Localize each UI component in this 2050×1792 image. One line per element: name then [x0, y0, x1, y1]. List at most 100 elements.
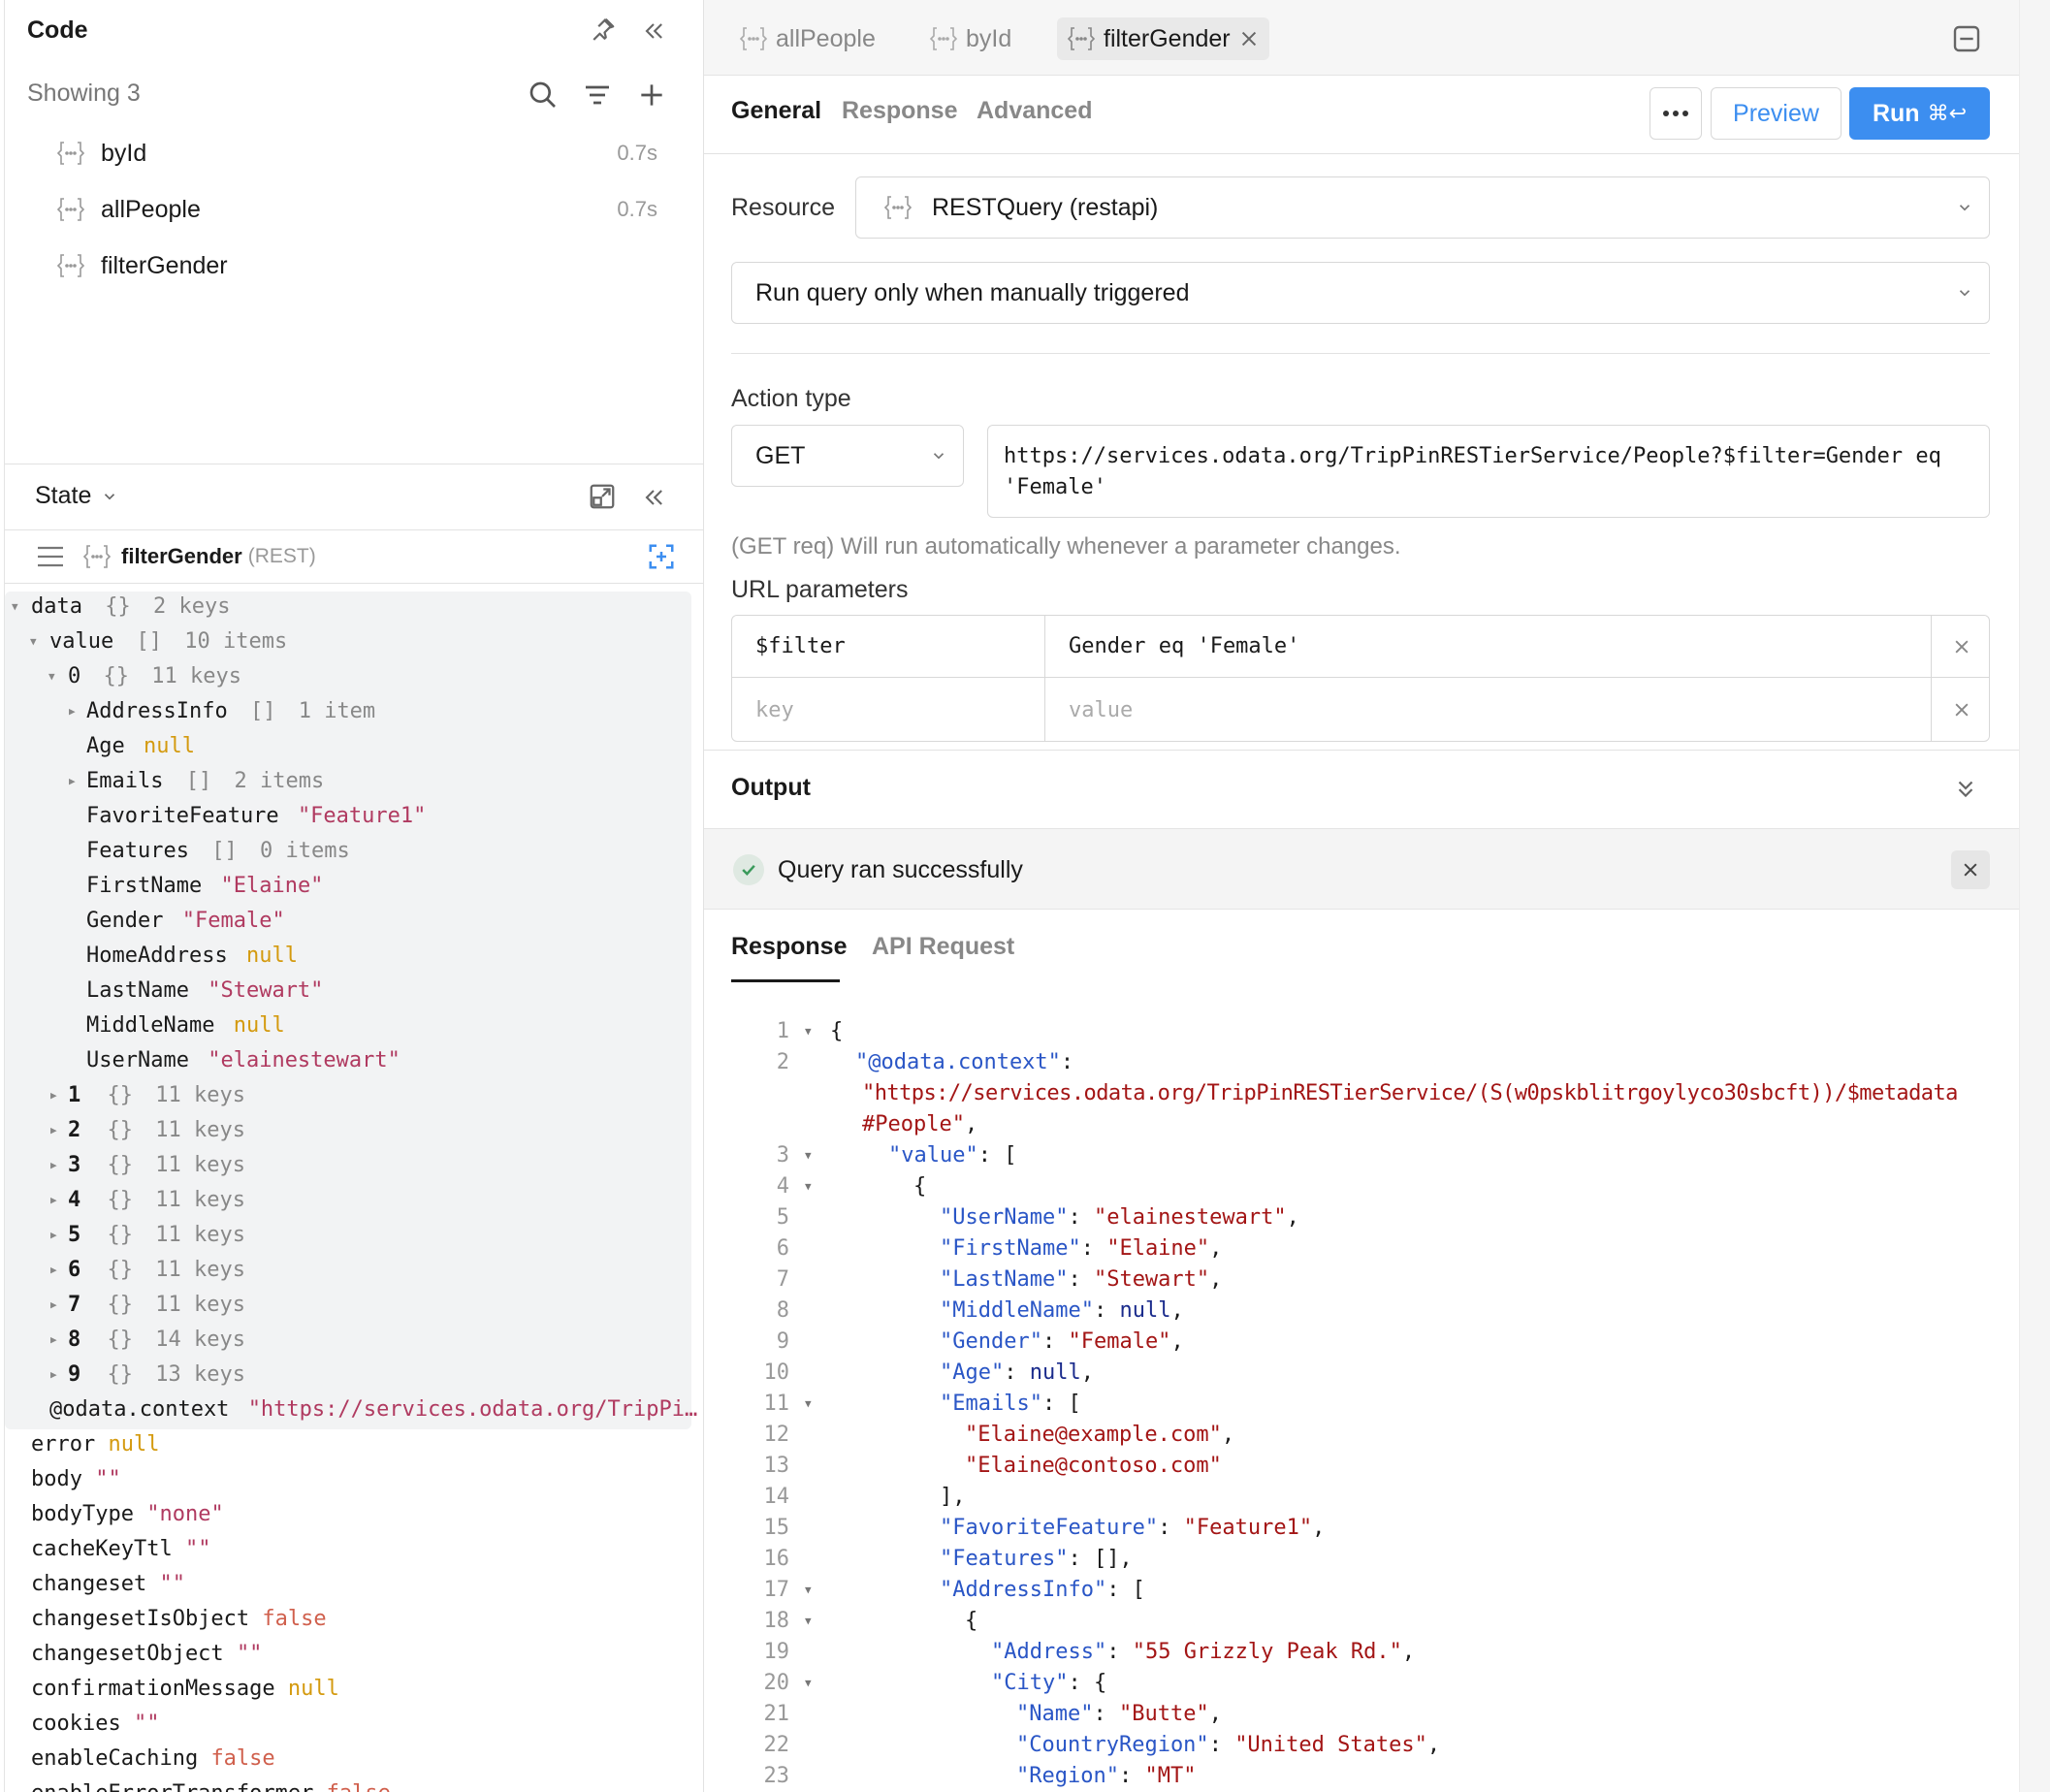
param-key-placeholder[interactable]: key	[732, 678, 1045, 741]
check-circle-icon	[733, 854, 764, 885]
state-dropdown[interactable]: State	[35, 482, 118, 510]
resource-select[interactable]: RESTQuery (restapi)	[855, 176, 1990, 239]
tree-row-data[interactable]: ▼ data {} 2 keys	[12, 590, 230, 624]
triangle-right-icon: ▶	[50, 1368, 57, 1381]
query-icon	[56, 140, 85, 167]
tree-row-emails[interactable]: ▶ Emails [] 2 items	[69, 764, 324, 799]
param-key-input[interactable]: $filter	[732, 616, 1045, 678]
tree-row-item-9[interactable]: ▶ 9 {} 13 keys	[50, 1358, 245, 1392]
add-query-icon[interactable]	[636, 80, 667, 111]
more-icon	[1662, 110, 1689, 117]
tree-row-item-4[interactable]: ▶ 4 {} 11 keys	[50, 1183, 245, 1218]
search-icon[interactable]	[528, 80, 559, 111]
tree-row-username[interactable]: UserName "elainestewart"	[86, 1043, 400, 1078]
output-header[interactable]: Output	[704, 751, 2019, 828]
close-tab-icon[interactable]	[1238, 28, 1260, 49]
pin-icon[interactable]	[588, 16, 617, 45]
param-value-input[interactable]: Gender eq 'Female'	[1045, 616, 1932, 678]
triangle-down-icon: ▼	[48, 670, 55, 683]
query-name: filterGender	[101, 251, 228, 279]
chevron-down-icon	[1956, 199, 1973, 216]
success-text: Query ran successfully	[778, 856, 1023, 883]
tree-row-item-7[interactable]: ▶ 7 {} 11 keys	[50, 1288, 245, 1323]
tree-row-odata-context[interactable]: @odata.context "https://services.odata.o…	[49, 1392, 697, 1427]
param-value-placeholder[interactable]: value	[1045, 678, 1932, 741]
subtab-general[interactable]: General	[731, 97, 821, 125]
prop-row[interactable]: cacheKeyTtl ""	[31, 1532, 210, 1567]
tab-label: allPeople	[776, 24, 876, 52]
tree-row-item-1[interactable]: ▶ 1 {} 11 keys	[50, 1078, 245, 1113]
popout-icon[interactable]	[588, 482, 617, 511]
triangle-right-icon: ▶	[50, 1298, 57, 1311]
prop-row[interactable]: error null	[31, 1427, 159, 1462]
close-banner-icon[interactable]	[1951, 850, 1990, 889]
query-item-byid[interactable]: byId 0.7s	[56, 134, 657, 173]
tree-row-homeaddress[interactable]: HomeAddress null	[86, 939, 298, 974]
remove-param-button[interactable]	[1932, 616, 1989, 678]
resource-label: Resource	[731, 194, 835, 221]
active-tab-underline	[731, 979, 840, 982]
query-icon	[739, 25, 768, 52]
focus-icon[interactable]	[647, 542, 676, 571]
remove-param-button[interactable]	[1932, 678, 1989, 741]
subtab-advanced[interactable]: Advanced	[977, 97, 1092, 125]
trigger-select[interactable]: Run query only when manually triggered	[731, 262, 1990, 324]
query-icon	[82, 543, 112, 570]
page-scrollbar[interactable]	[2019, 0, 2050, 1792]
tree-row-item-6[interactable]: ▶ 6 {} 11 keys	[50, 1253, 245, 1288]
tab-byid[interactable]: byId	[919, 17, 1021, 60]
chevron-down-icon	[1956, 284, 1973, 302]
file-tab-bar	[704, 0, 2019, 76]
prop-row[interactable]: confirmationMessage null	[31, 1672, 339, 1707]
url-params-label: URL parameters	[731, 576, 909, 603]
tree-row-firstname[interactable]: FirstName "Elaine"	[86, 869, 323, 904]
method-select[interactable]: GET	[731, 425, 964, 487]
tree-row-item-3[interactable]: ▶ 3 {} 11 keys	[50, 1148, 245, 1183]
collapse-state-icon[interactable]	[640, 484, 667, 511]
query-item-allpeople[interactable]: allPeople 0.7s	[56, 190, 657, 229]
api-request-tab[interactable]: API Request	[872, 933, 1014, 961]
tree-row-middlename[interactable]: MiddleName null	[86, 1008, 285, 1043]
triangle-right-icon: ▶	[50, 1264, 57, 1276]
prop-row[interactable]: changeset ""	[31, 1567, 185, 1602]
prop-row[interactable]: enableCaching false	[31, 1742, 275, 1776]
tree-row-value[interactable]: ▼ value [] 10 items	[30, 624, 287, 659]
chevron-down-icon	[930, 447, 947, 464]
tree-row-item-8[interactable]: ▶ 8 {} 14 keys	[50, 1323, 245, 1358]
tree-row-age[interactable]: Age null	[86, 729, 195, 764]
tree-row-item-2[interactable]: ▶ 2 {} 11 keys	[50, 1113, 245, 1148]
query-count: Showing 3	[27, 80, 141, 107]
tree-row-favoritefeature[interactable]: FavoriteFeature "Feature1"	[86, 799, 426, 834]
response-tab[interactable]: Response	[731, 933, 847, 961]
menu-icon[interactable]	[36, 544, 65, 569]
filter-icon[interactable]	[582, 80, 613, 111]
trigger-value: Run query only when manually triggered	[755, 278, 1190, 306]
prop-row[interactable]: changesetObject ""	[31, 1637, 262, 1672]
tree-row-addressinfo[interactable]: ▶ AddressInfo [] 1 item	[69, 694, 375, 729]
prop-row[interactable]: cookies ""	[31, 1707, 159, 1742]
collapse-left-icon[interactable]	[640, 17, 667, 45]
prop-row[interactable]: changesetIsObject false	[31, 1602, 327, 1637]
url-input[interactable]: https://services.odata.org/TripPinRESTie…	[987, 425, 1990, 518]
prop-row[interactable]: body ""	[31, 1462, 121, 1497]
query-item-filtergender[interactable]: filterGender	[56, 246, 657, 285]
tree-row-gender[interactable]: Gender "Female"	[86, 904, 285, 939]
more-options-button[interactable]	[1650, 87, 1702, 140]
tab-filtergender[interactable]: filterGender	[1057, 17, 1269, 60]
subtab-response[interactable]: Response	[842, 97, 957, 125]
query-time: 0.7s	[617, 197, 657, 221]
run-button[interactable]: Run ⌘↩	[1849, 87, 1990, 140]
prop-row[interactable]: bodyType "none"	[31, 1497, 224, 1532]
prop-row[interactable]: enableErrorTransformer false	[31, 1776, 391, 1792]
tree-row-item-5[interactable]: ▶ 5 {} 11 keys	[50, 1218, 245, 1253]
tree-row-lastname[interactable]: LastName "Stewart"	[86, 974, 323, 1008]
tree-row-features[interactable]: Features [] 0 items	[86, 834, 350, 869]
state-title: State	[35, 482, 92, 509]
triangle-down-icon: ▼	[12, 600, 18, 613]
query-icon	[883, 194, 913, 221]
minimize-panel-icon[interactable]	[1951, 23, 1982, 54]
tree-row-item-0[interactable]: ▼ 0 {} 11 keys	[48, 659, 241, 694]
preview-button[interactable]: Preview	[1711, 87, 1842, 140]
tab-allpeople[interactable]: allPeople	[729, 17, 885, 60]
triangle-right-icon: ▶	[50, 1229, 57, 1241]
